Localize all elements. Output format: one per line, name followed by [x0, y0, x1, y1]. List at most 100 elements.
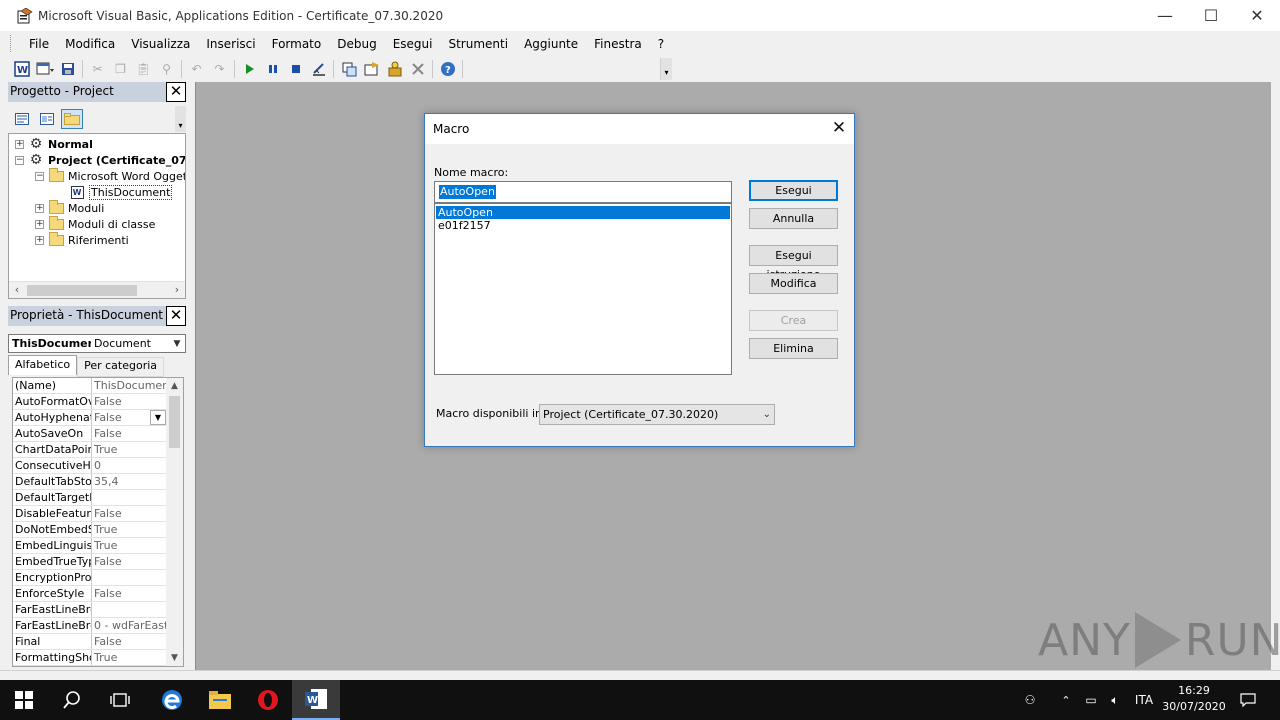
- property-value[interactable]: ThisDocument: [92, 378, 166, 393]
- tree-item-thisdocument[interactable]: W ThisDocument: [69, 184, 173, 200]
- scroll-thumb[interactable]: [27, 285, 137, 296]
- chevron-up-icon[interactable]: ⌃: [1056, 680, 1076, 720]
- property-value[interactable]: True: [92, 522, 166, 537]
- undo-icon[interactable]: ↶: [185, 59, 208, 79]
- properties-window-icon[interactable]: [360, 59, 383, 79]
- property-value[interactable]: True: [92, 650, 166, 665]
- reset-icon[interactable]: [284, 59, 307, 79]
- scroll-right-icon[interactable]: ›: [169, 282, 185, 298]
- maximize-button[interactable]: ☐: [1188, 0, 1234, 31]
- property-value[interactable]: [92, 490, 166, 505]
- menu-inserisci[interactable]: Inserisci: [198, 37, 263, 51]
- project-toolbar-options-icon[interactable]: ▾: [175, 106, 186, 132]
- start-windows-icon[interactable]: [0, 680, 48, 720]
- run-button[interactable]: Esegui: [749, 180, 838, 201]
- properties-pane-close-button[interactable]: ✕: [166, 306, 186, 326]
- chevron-down-icon[interactable]: ⌄: [763, 405, 771, 424]
- insert-userform-icon[interactable]: [33, 59, 56, 79]
- tab-by-category[interactable]: Per categoria: [77, 357, 165, 377]
- property-row[interactable]: EmbedTrueTypeFontsFalse: [13, 554, 166, 570]
- property-row[interactable]: AutoSaveOn False: [13, 426, 166, 442]
- collapse-icon[interactable]: −: [15, 155, 24, 165]
- property-value[interactable]: False: [92, 634, 166, 649]
- word-taskbar-icon[interactable]: W: [292, 680, 340, 720]
- task-view-icon[interactable]: [96, 680, 144, 720]
- property-value[interactable]: 0 - wdFarEastLineBreakLevelNormal: [92, 618, 166, 633]
- scroll-left-icon[interactable]: ‹: [9, 282, 25, 298]
- property-row[interactable]: FarEastLineBreakLanguage: [13, 602, 166, 618]
- project-explorer-icon[interactable]: [337, 59, 360, 79]
- help-icon[interactable]: ?: [436, 59, 459, 79]
- macro-list[interactable]: AutoOpen e01f2157: [434, 203, 732, 375]
- macros-in-select[interactable]: Project (Certificate_07.30.2020) ⌄: [539, 404, 775, 425]
- copy-icon[interactable]: ❐: [109, 59, 132, 79]
- property-value[interactable]: [92, 602, 166, 617]
- property-value[interactable]: False: [92, 394, 166, 409]
- object-browser-icon[interactable]: [383, 59, 406, 79]
- notifications-icon[interactable]: [1234, 680, 1262, 720]
- property-row[interactable]: AutoFormatOverlayFalse: [13, 394, 166, 410]
- property-row[interactable]: DoNotEmbedSystemFontsTrue: [13, 522, 166, 538]
- menu-grip[interactable]: [10, 35, 13, 52]
- menu-modifica[interactable]: Modifica: [57, 37, 123, 51]
- property-row[interactable]: DisableFeaturesFalse: [13, 506, 166, 522]
- scroll-down-icon[interactable]: ▼: [166, 650, 183, 666]
- macro-name-input[interactable]: AutoOpen: [434, 181, 732, 203]
- collapse-icon[interactable]: −: [35, 171, 44, 181]
- property-row[interactable]: FormattingShowClearTrue: [13, 650, 166, 666]
- property-value[interactable]: False: [92, 586, 166, 601]
- property-row[interactable]: EnforceStyle False: [13, 586, 166, 602]
- view-object-icon[interactable]: [36, 109, 58, 129]
- dialog-close-button[interactable]: ✕: [824, 114, 854, 144]
- tree-item-modules[interactable]: + Moduli: [35, 199, 104, 216]
- property-row[interactable]: ChartDataPointTrackTrue: [13, 442, 166, 458]
- scroll-up-icon[interactable]: ▲: [166, 378, 183, 394]
- property-value[interactable]: [92, 570, 166, 585]
- property-value[interactable]: True: [92, 538, 166, 553]
- object-selector[interactable]: ThisDocument Document ▼: [8, 334, 186, 353]
- property-row[interactable]: EmbedLinguisticDataTrue: [13, 538, 166, 554]
- create-button[interactable]: Crea: [749, 310, 838, 331]
- menu-file[interactable]: File: [21, 37, 57, 51]
- property-value[interactable]: False: [92, 426, 166, 441]
- property-row[interactable]: Final False: [13, 634, 166, 650]
- project-horizontal-scrollbar[interactable]: ‹ ›: [9, 281, 185, 298]
- property-value[interactable]: False ▼: [92, 410, 166, 425]
- property-row[interactable]: DefaultTabStop 35,4: [13, 474, 166, 490]
- save-icon[interactable]: [56, 59, 79, 79]
- expand-icon[interactable]: +: [35, 235, 44, 245]
- redo-icon[interactable]: ↷: [208, 59, 231, 79]
- property-value[interactable]: 35,4: [92, 474, 166, 489]
- expand-icon[interactable]: +: [35, 203, 44, 213]
- menu-visualizza[interactable]: Visualizza: [123, 37, 198, 51]
- toggle-folders-icon[interactable]: [61, 109, 83, 129]
- paste-icon[interactable]: 📋︎: [132, 59, 155, 79]
- toolbar-options-icon[interactable]: ▾: [660, 58, 672, 80]
- property-row[interactable]: EncryptionProvider: [13, 570, 166, 586]
- file-explorer-icon[interactable]: [196, 680, 244, 720]
- toolbox-icon[interactable]: [406, 59, 429, 79]
- property-value[interactable]: False: [92, 554, 166, 569]
- property-row[interactable]: FarEastLineBreakLevel0 - wdFarEastLineBr…: [13, 618, 166, 634]
- property-row[interactable]: AutoHyphenationFalse ▼: [13, 410, 166, 426]
- menu-strumenti[interactable]: Strumenti: [440, 37, 516, 51]
- step-into-button[interactable]: Esegui istruzione: [749, 245, 838, 281]
- property-row[interactable]: (Name) ThisDocument: [13, 378, 166, 394]
- menu-aggiunte[interactable]: Aggiunte: [516, 37, 586, 51]
- run-icon[interactable]: [238, 59, 261, 79]
- cut-icon[interactable]: ✂: [86, 59, 109, 79]
- design-mode-icon[interactable]: [307, 59, 330, 79]
- people-icon[interactable]: ⚇: [1016, 680, 1044, 720]
- macro-list-item[interactable]: AutoOpen: [436, 206, 730, 219]
- view-code-icon[interactable]: [11, 109, 33, 129]
- scroll-thumb[interactable]: [169, 396, 180, 448]
- property-row[interactable]: DefaultTargetFrame: [13, 490, 166, 506]
- property-value[interactable]: True: [92, 442, 166, 457]
- word-view-icon[interactable]: W: [10, 59, 33, 79]
- delete-button[interactable]: Elimina: [749, 338, 838, 359]
- property-value[interactable]: False: [92, 506, 166, 521]
- chevron-down-icon[interactable]: ▼: [169, 339, 185, 349]
- expand-icon[interactable]: +: [35, 219, 44, 229]
- taskbar-clock[interactable]: 16:29 30/07/2020: [1158, 683, 1230, 717]
- tree-item-project[interactable]: − ⚙ Project (Certificate_07.3: [15, 152, 185, 168]
